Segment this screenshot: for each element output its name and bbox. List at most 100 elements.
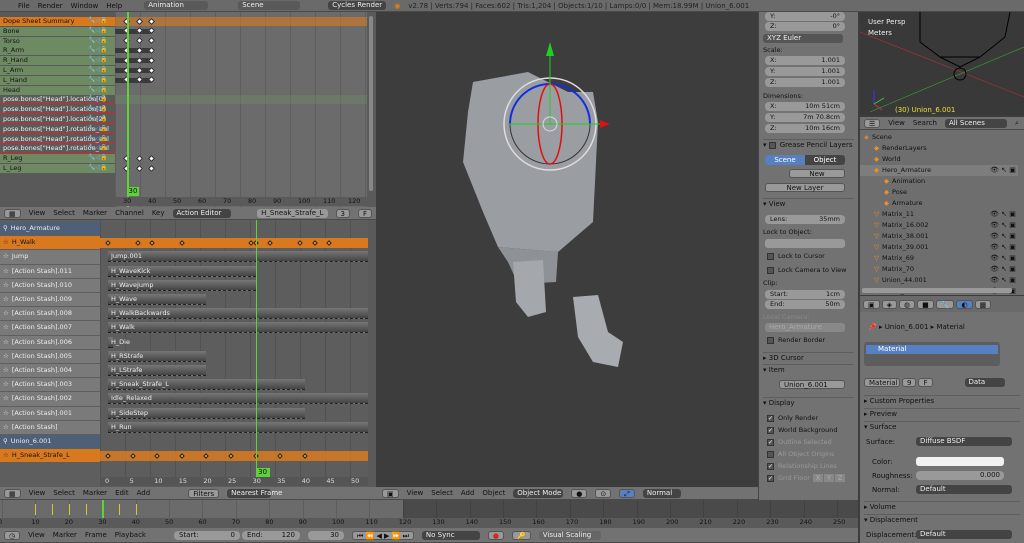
render-border-checkbox[interactable]: Render Border: [767, 336, 854, 344]
menu-help[interactable]: Help: [106, 2, 122, 10]
playhead[interactable]: [255, 220, 258, 478]
channel-icons[interactable]: 🔧◁🔒: [88, 86, 108, 93]
action-select[interactable]: H_Sneak_Strafe_L: [257, 208, 328, 218]
nla-track[interactable]: ☆ [Action Stash].006: [0, 335, 100, 349]
channel-icons[interactable]: 🔧◁🔒: [88, 27, 108, 34]
rotation-z-field[interactable]: Z: 0°: [765, 22, 845, 31]
dope-sheet-scrollbar[interactable]: [367, 12, 376, 207]
action-users[interactable]: 3: [335, 208, 350, 218]
nla-track[interactable]: ☆ [Action Stash].010: [0, 278, 100, 292]
visibility-icons[interactable]: 👁 ↖ ▣: [990, 264, 1016, 275]
fake-user-button[interactable]: F: [357, 208, 372, 218]
menu-render[interactable]: Render: [38, 2, 63, 10]
checkbox[interactable]: ✓: [767, 414, 774, 422]
timeline-ruler[interactable]: 0 10 20 30 40 50 60 70 80 90 100 110 120 130 140 150 160…: [0, 518, 858, 528]
keyframe[interactable]: [135, 164, 143, 172]
keying-set-icon[interactable]: 🔑: [512, 530, 531, 540]
dimension-y-field[interactable]: Y: 7m 70.8cm: [765, 113, 845, 122]
grease-pencil-panel[interactable]: ▾ Grease Pencil Layers: [763, 139, 854, 149]
nla-track[interactable]: ☆ Jump: [0, 250, 100, 264]
color-swatch[interactable]: [916, 457, 1004, 466]
menu-view[interactable]: View: [29, 489, 46, 497]
menu-file[interactable]: File: [18, 2, 30, 10]
displacement-select[interactable]: Default: [916, 530, 1012, 539]
nla-strip[interactable]: H_SideStep: [108, 407, 305, 419]
nla-track[interactable]: ☆ [Action Stash].002: [0, 392, 100, 406]
end-frame-field[interactable]: End: 120: [241, 530, 300, 540]
checkbox[interactable]: ✓: [767, 438, 774, 446]
display-panel-header[interactable]: ▾ Display: [763, 397, 854, 407]
render-tab-icon[interactable]: ▣: [863, 299, 880, 309]
nla-strip[interactable]: H_Walk: [108, 322, 368, 334]
editor-type-icon[interactable]: ☰: [864, 118, 881, 128]
menu-playback[interactable]: Playback: [115, 531, 146, 539]
gp-scene-tab[interactable]: Scene: [765, 155, 805, 165]
keyframe[interactable]: [135, 154, 143, 162]
dimension-x-field[interactable]: X: 10m 51cm: [765, 102, 845, 111]
material-tab-icon[interactable]: ◐: [956, 299, 973, 309]
menu-select[interactable]: Select: [431, 489, 453, 497]
mode-select[interactable]: Object Mode: [513, 488, 564, 498]
surface-panel[interactable]: ▾ Surface: [864, 421, 1020, 431]
menu-marker[interactable]: Marker: [83, 489, 107, 497]
camera-viewport[interactable]: User Persp Meters (30) Union_6.001: [860, 12, 1024, 115]
keyframe[interactable]: [147, 164, 156, 172]
outliner-item[interactable]: ◆ World: [860, 154, 1018, 165]
mode-select[interactable]: Action Editor: [172, 208, 232, 218]
volume-panel[interactable]: ▸ Volume: [864, 501, 1020, 511]
nla-strip[interactable]: H_RStrafe: [108, 350, 207, 362]
local-camera-field[interactable]: Hero_Armature: [765, 323, 845, 332]
menu-search[interactable]: Search: [913, 119, 937, 127]
material-slot-list[interactable]: Material: [864, 342, 1000, 366]
start-frame-field[interactable]: Start: 0: [173, 530, 240, 540]
render-engine-select[interactable]: Cycles Render: [328, 1, 387, 10]
sync-select[interactable]: No Sync: [421, 530, 480, 540]
search-icon[interactable]: ⌕: [1015, 119, 1019, 128]
menu-select[interactable]: Select: [53, 209, 75, 217]
keyframe[interactable]: [135, 37, 143, 45]
fake-user-button[interactable]: F: [918, 378, 933, 387]
channel-icons[interactable]: 🔧◁🔒: [88, 17, 108, 24]
timeline[interactable]: 0 10 20 30 40 50 60 70 80 90 100 110 120 130 140 150 160…: [0, 500, 858, 528]
action-track[interactable]: ☆ H_Sneak_Strafe_L: [0, 449, 100, 463]
surface-select[interactable]: Diffuse BSDF: [916, 437, 1012, 446]
outliner-item[interactable]: ◆ Armature: [860, 198, 1018, 209]
nla-track[interactable]: ☆ [Action Stash].009: [0, 293, 100, 307]
lens-field[interactable]: Lens: 35mm: [765, 215, 845, 224]
lock-object-field[interactable]: [765, 239, 845, 248]
nla-strip[interactable]: H_WaveJump: [108, 279, 256, 291]
display-option-checkbox[interactable]: ✓ Only Render: [767, 414, 854, 422]
menu-edit[interactable]: Edit: [115, 489, 129, 497]
menu-key[interactable]: Key: [152, 209, 165, 217]
nla-strip[interactable]: Jump.001: [108, 251, 368, 263]
scene-select[interactable]: Scene: [238, 1, 301, 10]
channel-icons[interactable]: 🔧◁🔒: [88, 125, 108, 132]
outliner-item[interactable]: ◈ Scene: [860, 132, 1018, 143]
channel-icons[interactable]: 🔧◁🔒: [88, 164, 108, 171]
keying-set-select[interactable]: Visual Scaling: [538, 530, 601, 540]
scale-y-field[interactable]: Y: 1.001: [765, 67, 845, 76]
outliner-scrollbar[interactable]: [862, 288, 1012, 293]
keyframe[interactable]: [147, 154, 156, 162]
shading-button[interactable]: ●: [571, 488, 588, 498]
object-track[interactable]: ⚲ Hero_Armature: [0, 222, 100, 236]
nla-track[interactable]: ☆ [Action Stash]: [0, 420, 100, 434]
3d-viewport[interactable]: [378, 12, 758, 487]
menu-view[interactable]: View: [29, 209, 46, 217]
lock-camera-checkbox[interactable]: Lock Camera to View: [767, 266, 854, 274]
nla-strip[interactable]: H_WaveKick: [108, 265, 256, 277]
display-option-checkbox[interactable]: ✓ Relationship Lines: [767, 462, 854, 470]
nla-strip[interactable]: Idle_Relaxed: [108, 393, 368, 405]
nla-track[interactable]: ☆ [Action Stash].003: [0, 378, 100, 392]
outliner-item[interactable]: ◆ Animation: [860, 176, 1018, 187]
nla-track[interactable]: ☆ [Action Stash].005: [0, 349, 100, 363]
axis-toggle-y[interactable]: Y: [824, 474, 834, 482]
menu-frame[interactable]: Frame: [85, 531, 107, 539]
dope-sheet-keyframe-area[interactable]: 30 30 40 50 60 70 80 90 100 110 120: [115, 12, 368, 207]
orientation-select[interactable]: Normal: [642, 488, 681, 498]
nla-track[interactable]: ☆ [Action Stash].001: [0, 406, 100, 420]
menu-add[interactable]: Add: [137, 489, 151, 497]
item-panel-header[interactable]: ▾ Item: [763, 364, 854, 374]
axis-toggle-z[interactable]: Z: [835, 474, 845, 482]
time-ruler[interactable]: 30 40 50 60 70 80 90 100 110 120: [115, 197, 368, 206]
